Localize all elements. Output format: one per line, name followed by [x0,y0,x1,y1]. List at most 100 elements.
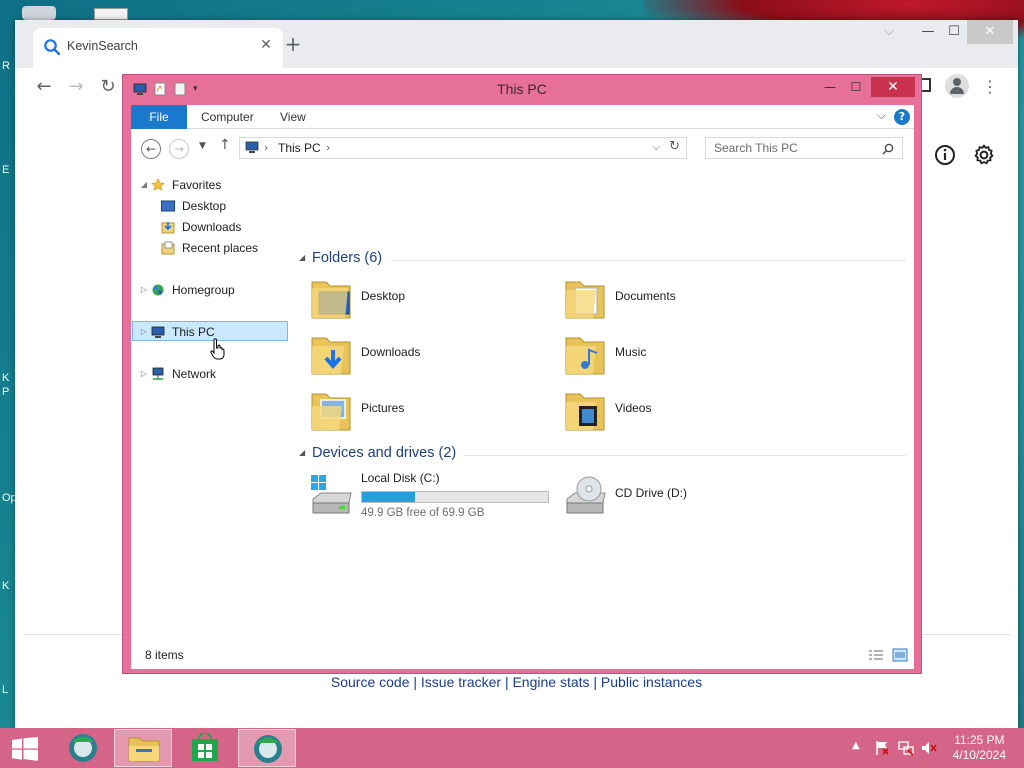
folder-label: Videos [615,401,652,415]
show-hidden-icons-icon[interactable]: ▲ [852,740,860,751]
folder-desktop[interactable]: Desktop [309,274,529,326]
taskbar-browser-button[interactable] [54,729,112,767]
drive-name: CD Drive (D:) [615,486,687,500]
desktop-icon-label: K [2,372,10,384]
tab-strip: KevinSearch ✕ + ⌵ — ☐ ✕ [15,20,1018,68]
start-button-icon[interactable] [12,737,38,761]
desktop-shortcut-icon[interactable] [94,8,128,20]
hand-cursor-icon [210,338,225,360]
folder-videos[interactable]: Videos [563,386,783,438]
taskbar-store-button[interactable] [176,729,234,767]
taskbar-file-explorer-button[interactable] [114,729,172,767]
close-button[interactable]: ✕ [967,20,1013,44]
drive-c[interactable]: Local Disk (C:) 49.9 GB free of 69.9 GB [309,471,559,521]
clock-date: 4/10/2024 [952,748,1006,762]
back-arrow-icon[interactable]: ← [141,139,161,159]
collapsed-arrow-icon[interactable]: ▷ [139,280,149,300]
browser-menu-icon[interactable]: ⋮ [977,74,1003,100]
tab-title: KevinSearch [67,39,138,53]
expanded-arrow-icon[interactable]: ◢ [139,175,149,195]
navigation-pane: ◢ Favorites Desktop Downloads Recent pla… [131,167,291,641]
file-explorer-window: ▾ This PC — ☐ ✕ File Computer View ⌵ ? ←… [122,74,922,674]
tab-file[interactable]: File [131,105,187,129]
details-view-icon[interactable] [868,648,884,662]
nav-label: Recent places [182,241,259,255]
address-bar[interactable]: › This PC › ⌵ ↻ [239,137,687,159]
breadcrumb-this-pc[interactable]: This PC [278,141,321,155]
folder-label: Documents [615,289,676,303]
collapsed-arrow-icon[interactable]: ▷ [139,322,149,342]
drive-d[interactable]: CD Drive (D:) [563,471,783,521]
folder-documents[interactable]: Documents [563,274,783,326]
desktop-icon-label: P [2,386,10,398]
profile-avatar-icon[interactable] [945,74,969,98]
music-folder-icon [565,337,605,375]
large-icons-view-icon[interactable] [892,648,908,662]
devices-group-header[interactable]: Devices and drives (2) [312,445,456,465]
folder-downloads[interactable]: Downloads [309,330,529,382]
folders-group-header[interactable]: Folders (6) [312,250,382,270]
folder-label: Music [615,345,647,359]
back-button[interactable]: ← [31,74,57,100]
desktop-icon [161,200,175,212]
recycle-bin-icon[interactable] [22,6,56,20]
search-field[interactable]: Search This PC [705,137,903,159]
maximize-button[interactable]: ☐ [937,20,971,44]
recent-places-icon [161,241,175,255]
action-center-flag-icon[interactable] [874,740,890,756]
new-tab-button[interactable]: + [283,34,303,54]
forward-button[interactable]: → [63,74,89,100]
group-divider [464,455,906,456]
explorer-close-button[interactable]: ✕ [871,77,915,97]
forward-arrow-icon[interactable]: → [169,139,189,159]
tab-close-button[interactable]: ✕ [257,37,275,53]
browser-app-icon [254,735,282,763]
explorer-minimize-button[interactable]: — [817,77,843,97]
nav-label: Downloads [182,220,242,234]
store-app-icon [192,733,218,761]
taskbar-browser-active-button[interactable] [238,729,296,767]
network-icon [152,367,164,380]
downloads-icon [161,222,175,234]
collapse-group-icon[interactable]: ◢ [299,253,305,262]
address-dropdown-icon[interactable]: ⌵ [652,142,660,153]
reload-button[interactable]: ↻ [95,74,121,100]
desktop-icon-label: R [2,60,10,72]
nav-label: Network [172,367,217,381]
item-count: 8 items [145,648,184,662]
search-icon [44,39,61,56]
tab-computer[interactable]: Computer [201,105,254,129]
tab-search-button[interactable]: ⌵ [872,20,906,44]
desktop-folder-icon [311,281,351,319]
footer-links[interactable]: Source code | Issue tracker | Engine sta… [15,674,1018,690]
nav-label: Homegroup [172,283,235,297]
pictures-folder-icon [311,393,351,431]
breadcrumb-separator: › [326,141,331,154]
drive-free-space: 49.9 GB free of 69.9 GB [361,507,485,519]
network-status-icon[interactable] [898,740,914,756]
refresh-icon[interactable]: ↻ [669,139,680,154]
desktop-icon-label: E [2,164,10,176]
breadcrumb-separator: › [264,141,269,154]
folder-pictures[interactable]: Pictures [309,386,529,438]
up-arrow-icon[interactable]: ↑ [219,137,231,153]
recent-locations-chevron-icon[interactable]: ▼ [199,141,206,151]
settings-gear-icon[interactable] [972,143,996,167]
folder-music[interactable]: Music [563,330,783,382]
status-bar: 8 items [131,643,914,667]
info-icon[interactable] [933,143,957,167]
collapse-group-icon[interactable]: ◢ [299,448,305,457]
drive-name: Local Disk (C:) [361,471,440,485]
group-divider [391,260,906,261]
drive-usage-fill [362,492,416,502]
collapsed-arrow-icon[interactable]: ▷ [139,364,149,384]
browser-tab[interactable]: KevinSearch ✕ [33,28,283,68]
search-icon[interactable] [882,143,894,155]
explorer-maximize-button[interactable]: ☐ [843,77,869,97]
chevron-down-icon[interactable]: ⌵ [877,108,886,123]
tab-view[interactable]: View [280,105,306,129]
help-icon[interactable]: ? [894,109,910,125]
system-clock[interactable]: 11:25 PM 4/10/2024 [953,733,1006,763]
explorer-content: ◢ Favorites Desktop Downloads Recent pla… [131,167,914,669]
volume-muted-icon[interactable] [921,740,937,756]
